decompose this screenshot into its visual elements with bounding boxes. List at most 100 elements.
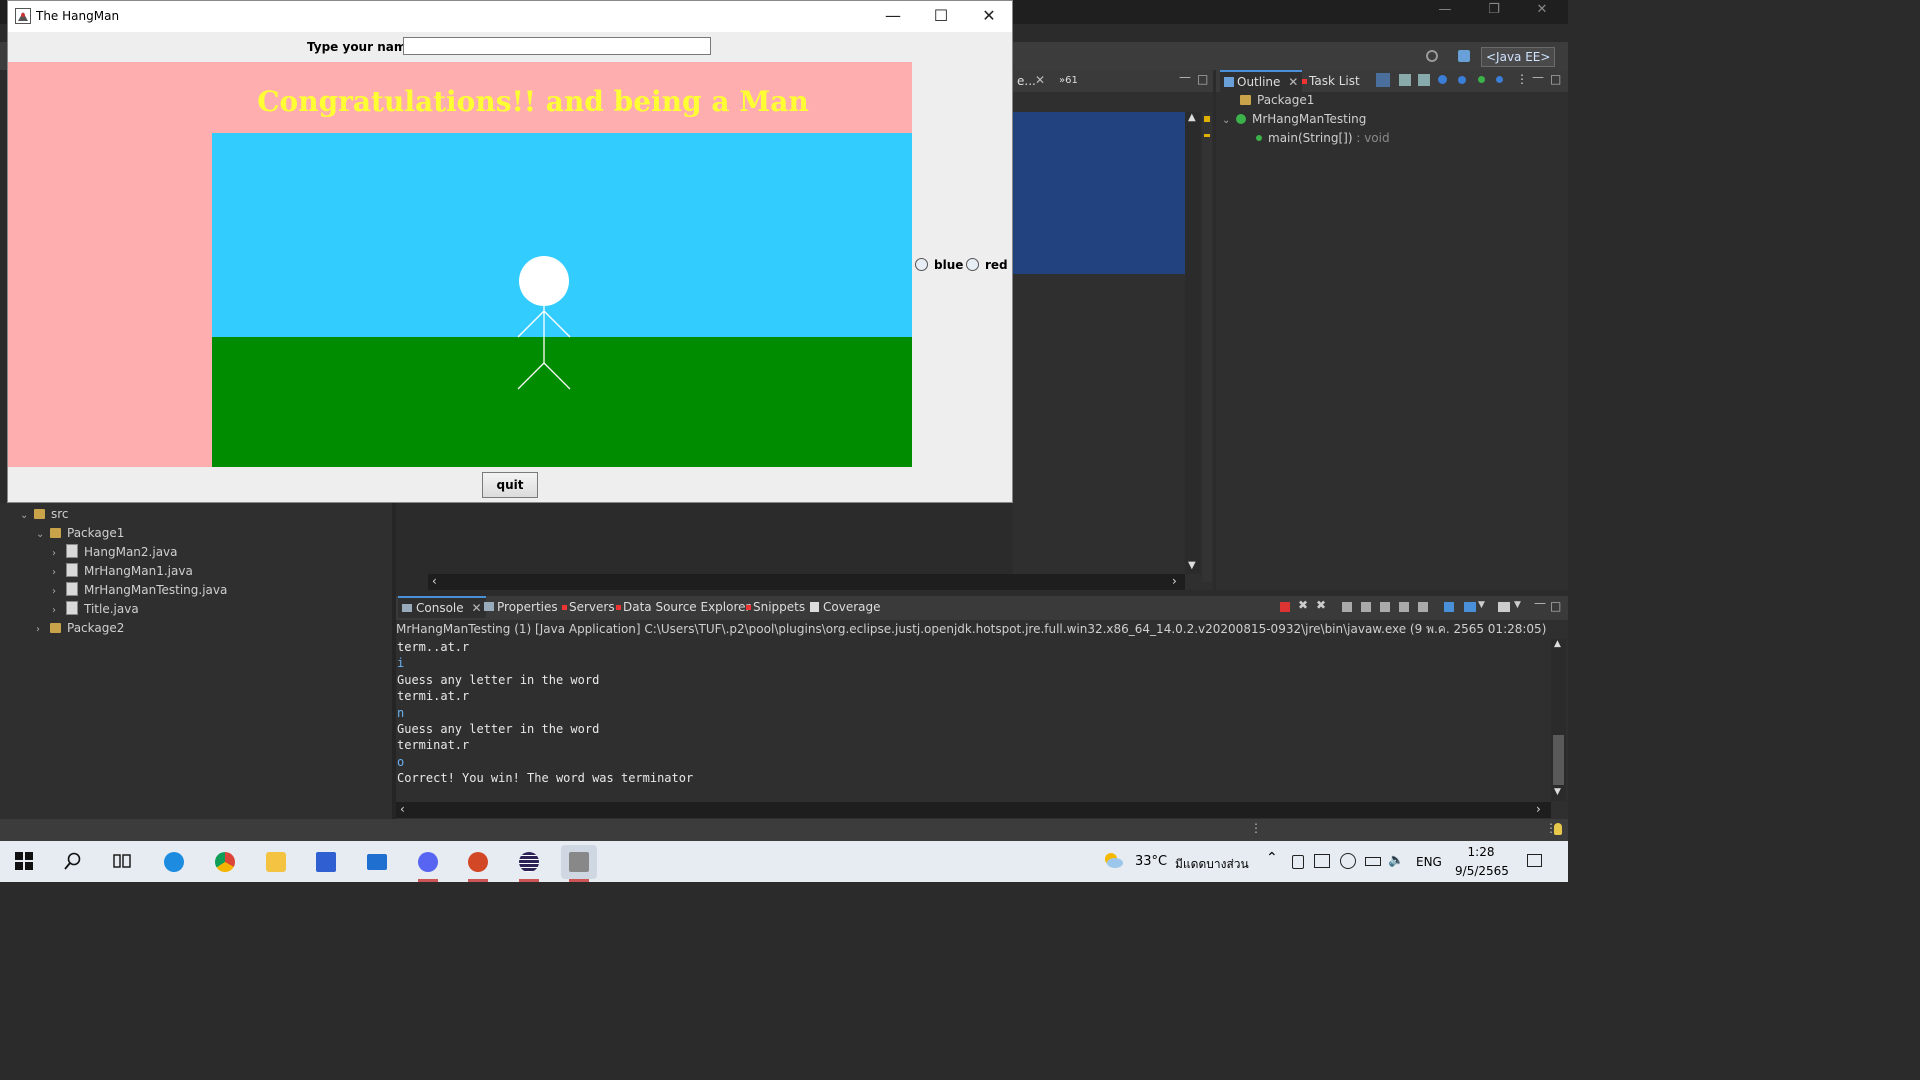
maximize-icon[interactable]: □ — [1550, 72, 1561, 86]
name-input[interactable] — [403, 37, 711, 55]
chevron-down-icon[interactable]: ▼ — [1478, 600, 1485, 610]
tab-console[interactable]: Console ✕ — [398, 596, 486, 618]
remove-all-icon[interactable]: ✖ — [1316, 598, 1326, 612]
show-on-error-icon[interactable] — [1418, 602, 1428, 612]
tab-snippets[interactable]: Snippets — [742, 596, 809, 618]
open-console-icon[interactable] — [1498, 602, 1510, 612]
input-language[interactable]: ENG — [1416, 855, 1442, 869]
lightbulb-icon[interactable] — [1554, 823, 1562, 835]
minimize-icon[interactable]: — — [1532, 70, 1544, 84]
chevron-right-icon[interactable]: › — [52, 582, 66, 601]
chevron-down-icon[interactable]: ▼ — [1514, 600, 1521, 610]
chevron-up-icon[interactable]: ⌃ — [1266, 850, 1278, 866]
display-console-icon[interactable] — [1464, 602, 1476, 612]
editor-horizontal-scrollbar[interactable]: ‹ › — [428, 574, 1185, 590]
search-icon[interactable] — [64, 852, 82, 873]
minimize-button[interactable]: — — [870, 5, 916, 29]
console-horizontal-scrollbar[interactable]: ‹ › — [396, 802, 1551, 818]
collapse-all-icon[interactable] — [1376, 73, 1390, 87]
console-output[interactable]: term..at.r i Guess any letter in the word t… — [397, 639, 1537, 787]
minimize-icon[interactable]: — — [1179, 70, 1191, 84]
tab-servers[interactable]: Servers — [558, 596, 619, 618]
open-perspective-icon[interactable] — [1458, 50, 1470, 62]
show-on-output-icon[interactable] — [1399, 602, 1409, 612]
editor-tab-overflow[interactable]: »61 — [1055, 70, 1082, 92]
clock-date[interactable]: 9/5/2565 — [1452, 864, 1512, 878]
network-globe-icon[interactable] — [1340, 853, 1356, 869]
chevron-right-icon[interactable]: › — [52, 544, 66, 563]
status-drag-handle[interactable]: ⋮ — [1250, 821, 1262, 835]
explorer-item-file[interactable]: › HangMan2.java — [52, 543, 178, 562]
tab-data-source-explorer[interactable]: Data Source Explorer — [612, 596, 754, 618]
ide-minimize-button[interactable]: — — [1425, 2, 1465, 17]
discord-icon[interactable] — [410, 845, 446, 882]
close-icon[interactable]: ✕ — [1288, 75, 1298, 89]
outline-item-class[interactable]: ⌄ MrHangManTesting — [1222, 110, 1366, 129]
chevron-right-icon[interactable]: › — [1536, 802, 1541, 816]
radio-button-icon[interactable] — [966, 258, 979, 271]
chevron-down-icon[interactable]: ⌄ — [36, 525, 50, 544]
file-explorer-icon[interactable] — [258, 845, 294, 879]
maximize-icon[interactable]: □ — [1197, 72, 1208, 86]
ide-restore-button[interactable]: ❐ — [1474, 2, 1514, 17]
windows-start-icon[interactable] — [15, 852, 33, 870]
notifications-icon[interactable] — [1527, 854, 1542, 867]
task-view-icon[interactable] — [113, 852, 131, 873]
explorer-item-file[interactable]: › Title.java — [52, 600, 139, 619]
remove-launch-icon[interactable]: ✖ — [1298, 598, 1308, 612]
terminate-icon[interactable] — [1280, 602, 1290, 612]
search-icon[interactable] — [1426, 50, 1438, 62]
tab-coverage[interactable]: Coverage — [806, 596, 885, 618]
radio-blue[interactable]: blue — [915, 257, 963, 273]
chrome-icon[interactable] — [207, 845, 243, 879]
console-scroll-thumb[interactable] — [1553, 735, 1564, 785]
chevron-up-icon[interactable]: ▲ — [1188, 112, 1196, 123]
tab-properties[interactable]: Properties — [480, 596, 562, 618]
warning-marker[interactable] — [1204, 134, 1210, 137]
hide-static-icon[interactable] — [1438, 75, 1447, 84]
chevron-left-icon[interactable]: ‹ — [400, 802, 405, 816]
hangman-titlebar[interactable]: The HangMan — ☐ ✕ — [8, 1, 1012, 32]
maximize-icon[interactable]: □ — [1550, 599, 1561, 613]
sort-icon[interactable] — [1399, 74, 1411, 86]
explorer-item-package1[interactable]: ⌄ Package1 — [36, 524, 124, 543]
app-icon[interactable] — [308, 845, 344, 879]
battery-icon[interactable] — [1365, 857, 1381, 866]
chevron-down-icon[interactable]: ▼ — [1188, 560, 1196, 571]
hide-nonpublic-icon[interactable] — [1458, 76, 1466, 84]
tab-outline[interactable]: Outline ✕ — [1220, 70, 1303, 92]
word-wrap-icon[interactable] — [1380, 602, 1390, 612]
radio-button-icon[interactable] — [915, 258, 928, 271]
java-app-taskbar-icon[interactable] — [561, 845, 597, 882]
maximize-button[interactable]: ☐ — [918, 5, 964, 29]
minimize-icon[interactable]: — — [1534, 596, 1546, 610]
chevron-down-icon[interactable]: ▼ — [1554, 787, 1561, 797]
chevron-down-icon[interactable]: ⌄ — [1222, 111, 1236, 130]
chevron-right-icon[interactable]: › — [52, 563, 66, 582]
edge-icon[interactable] — [156, 845, 192, 879]
device-icon[interactable] — [1292, 855, 1304, 869]
weather-temperature[interactable]: 33°C — [1135, 854, 1167, 869]
chevron-right-icon[interactable]: › — [1172, 574, 1177, 588]
weather-description[interactable]: มีแดดบางส่วน — [1175, 855, 1249, 874]
display-icon[interactable] — [1314, 854, 1330, 868]
chevron-left-icon[interactable]: ‹ — [432, 574, 437, 588]
quit-button[interactable]: quit — [482, 472, 538, 498]
clear-console-icon[interactable] — [1342, 602, 1352, 612]
perspective-button[interactable]: <Java EE> — [1481, 47, 1556, 67]
pin-console-icon[interactable] — [1444, 602, 1454, 612]
powerpoint-icon[interactable] — [460, 845, 496, 882]
explorer-item-file[interactable]: › MrHangMan1.java — [52, 562, 193, 581]
eclipse-icon[interactable] — [511, 845, 547, 882]
chevron-right-icon[interactable]: › — [52, 601, 66, 620]
chevron-down-icon[interactable]: ⌄ — [20, 506, 34, 525]
volume-icon[interactable]: 🔈 — [1388, 853, 1404, 868]
editor-vertical-scrollbar[interactable]: ▲ ▼ — [1185, 112, 1201, 574]
tab-task-list[interactable]: Task List — [1298, 70, 1364, 92]
hide-fields-icon[interactable] — [1418, 74, 1430, 86]
ide-close-button[interactable]: ✕ — [1522, 2, 1562, 17]
explorer-item-package2[interactable]: › Package2 — [36, 619, 124, 638]
close-button[interactable]: ✕ — [966, 5, 1012, 29]
warning-marker[interactable] — [1204, 116, 1210, 122]
outline-item-package1[interactable]: Package1 — [1240, 91, 1314, 110]
